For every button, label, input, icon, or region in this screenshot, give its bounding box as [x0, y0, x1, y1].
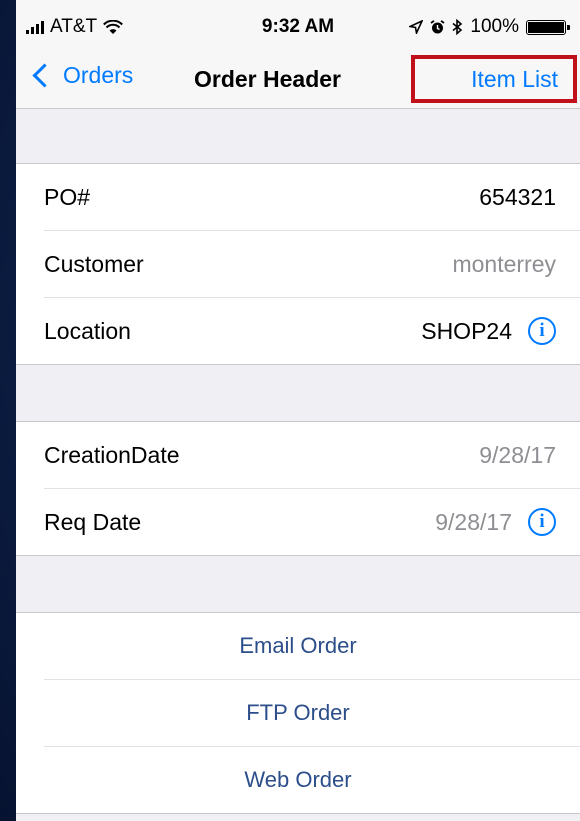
creation-date-value: 9/28/17	[479, 441, 556, 468]
po-number-row: PO# 654321	[44, 164, 580, 231]
status-right: 100%	[409, 16, 570, 38]
location-info-icon[interactable]: i	[528, 317, 556, 345]
location-label: Location	[44, 317, 131, 344]
bluetooth-icon	[452, 19, 463, 35]
ftp-order-button[interactable]: FTP Order	[44, 680, 580, 747]
chevron-left-icon	[32, 63, 57, 88]
req-date-value-wrap: 9/28/17 i	[435, 508, 556, 536]
po-number-label: PO#	[44, 183, 91, 210]
phone-screen: AT&T 9:32 AM 100% Orders Order Header It…	[16, 0, 580, 821]
email-order-button[interactable]: Email Order	[44, 613, 580, 680]
location-arrow-icon	[409, 20, 424, 34]
status-bar: AT&T 9:32 AM 100%	[16, 0, 580, 50]
location-value-wrap: SHOP24 i	[421, 317, 556, 345]
order-header-group: PO# 654321 Customer monterrey Location S…	[16, 163, 580, 365]
ftp-order-label: FTP Order	[246, 700, 350, 725]
email-order-label: Email Order	[239, 633, 357, 658]
battery-fill	[528, 21, 564, 33]
page-title: Order Header	[194, 66, 342, 92]
back-button-label: Orders	[63, 62, 134, 88]
item-list-highlight-box	[411, 55, 577, 103]
dates-group: CreationDate 9/28/17 Req Date 9/28/17 i	[16, 421, 580, 556]
battery-percent: 100%	[470, 16, 519, 37]
location-row: Location SHOP24 i	[44, 298, 580, 364]
web-order-button[interactable]: Web Order	[44, 747, 580, 813]
battery-icon	[526, 19, 570, 35]
req-date-info-icon[interactable]: i	[528, 508, 556, 536]
req-date-value: 9/28/17	[435, 508, 512, 535]
back-button[interactable]: Orders	[30, 62, 133, 89]
actions-group: Email Order FTP Order Web Order	[16, 612, 580, 814]
req-date-label: Req Date	[44, 508, 142, 535]
web-order-label: Web Order	[244, 767, 352, 792]
creation-date-label: CreationDate	[44, 441, 180, 468]
customer-value: monterrey	[452, 250, 556, 277]
customer-row[interactable]: Customer monterrey	[44, 231, 580, 298]
alarm-icon	[430, 19, 445, 33]
location-value: SHOP24	[421, 317, 512, 344]
creation-date-row: CreationDate 9/28/17	[44, 422, 580, 489]
po-number-value: 654321	[479, 183, 556, 210]
customer-label: Customer	[44, 250, 144, 277]
req-date-row: Req Date 9/28/17 i	[44, 489, 580, 555]
